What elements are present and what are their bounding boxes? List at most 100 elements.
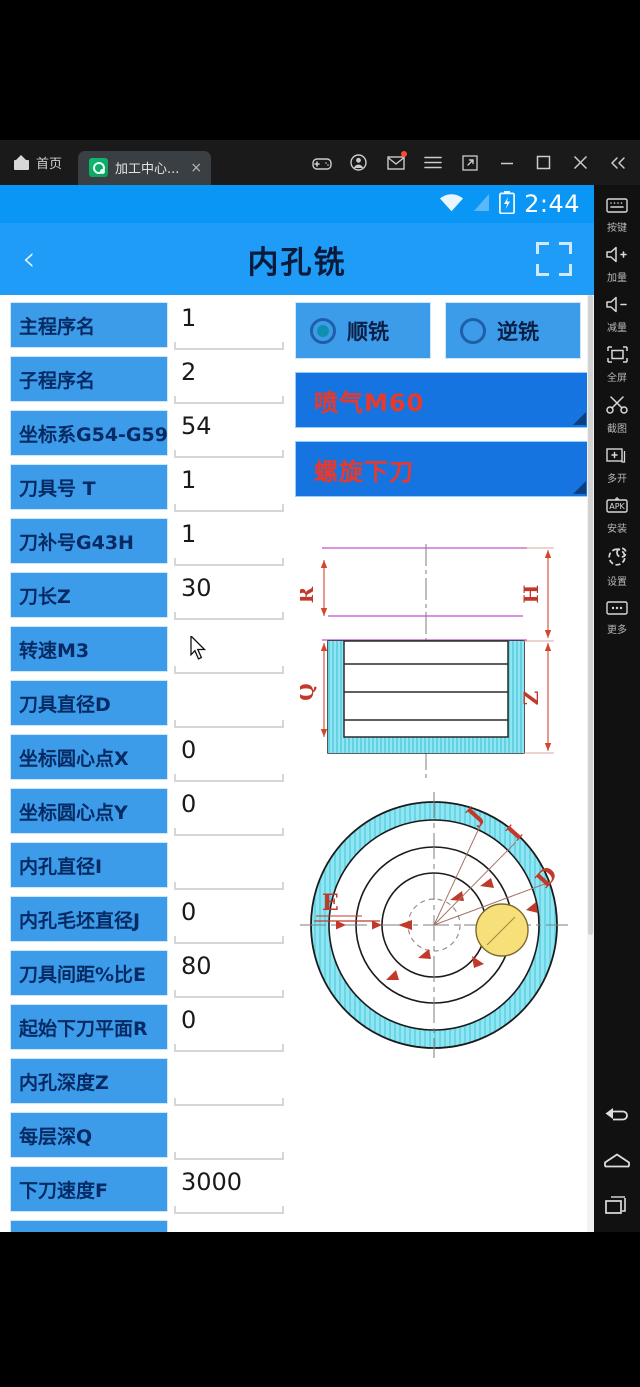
fullscreen-icon bbox=[606, 346, 629, 367]
form-row: 刀具号 T1 bbox=[0, 464, 290, 518]
radio-option-climb-milling[interactable]: 顺铣 bbox=[295, 302, 431, 359]
field-input[interactable]: 30 bbox=[174, 572, 284, 620]
radio-indicator-selected bbox=[310, 317, 336, 344]
field-input[interactable] bbox=[174, 842, 284, 890]
android-status-bar: 2:44 bbox=[0, 185, 594, 223]
field-input[interactable]: 0 bbox=[174, 788, 284, 836]
field-input[interactable] bbox=[174, 680, 284, 728]
radio-indicator-unselected bbox=[460, 317, 486, 344]
dropdown-air-blow-m60[interactable]: 喷气M60 bbox=[295, 372, 589, 428]
field-input[interactable]: 1 bbox=[174, 464, 284, 512]
resize-icon[interactable] bbox=[451, 140, 488, 185]
sidebar-item-label: 设置 bbox=[607, 577, 627, 588]
app-tab-machining-center[interactable]: 加工中心... × bbox=[78, 150, 212, 185]
mail-icon[interactable] bbox=[377, 140, 414, 185]
volume-down-icon bbox=[605, 296, 629, 317]
form-row: 每层深Q bbox=[0, 1112, 290, 1166]
sidebar-item-keyboard[interactable]: 按键 bbox=[594, 191, 640, 239]
form-row: 主程序名 1 bbox=[0, 302, 290, 356]
sidebar-item-label: 截图 bbox=[607, 424, 627, 435]
field-input[interactable]: 1 bbox=[174, 302, 284, 350]
volume-up-icon bbox=[605, 246, 629, 267]
cross-section-diagram: R Q H Z bbox=[300, 540, 570, 785]
form-row bbox=[0, 1220, 290, 1232]
mail-badge bbox=[401, 151, 407, 157]
wifi-icon bbox=[439, 193, 464, 216]
form-row: 下刀速度F 3000 bbox=[0, 1166, 290, 1220]
radio-option-conventional-milling[interactable]: 逆铣 bbox=[445, 302, 581, 359]
field-label: 转速M3 bbox=[10, 626, 168, 672]
sidebar-item-settings[interactable]: 设置 bbox=[594, 540, 640, 593]
field-label: 刀具直径D bbox=[10, 680, 168, 726]
field-input[interactable]: 0 bbox=[174, 1004, 284, 1052]
svg-text:Q: Q bbox=[300, 683, 318, 700]
scan-frame-icon[interactable] bbox=[536, 242, 572, 276]
field-input[interactable]: 80 bbox=[174, 950, 284, 998]
home-icon bbox=[14, 154, 29, 170]
menu-icon[interactable] bbox=[414, 140, 451, 185]
maximize-icon[interactable] bbox=[525, 140, 562, 185]
field-input[interactable] bbox=[174, 1220, 284, 1232]
field-input[interactable]: 54 bbox=[174, 410, 284, 458]
field-label: 坐标圆心点X bbox=[10, 734, 168, 780]
field-input[interactable]: 1 bbox=[174, 518, 284, 566]
sidebar-item-label: 更多 bbox=[607, 625, 627, 636]
sidebar-item-multi-instance[interactable]: 多开 bbox=[594, 440, 640, 490]
form-content-area: 主程序名 1 子程序名 2 坐标系G54-G59 54 刀具号 T 1 刀补号G43H 1 刀长Z 3… bbox=[0, 295, 594, 1232]
home-tab[interactable]: 首页 bbox=[0, 140, 74, 185]
field-label: 刀具间距%比E bbox=[10, 950, 168, 996]
field-input[interactable]: 0 bbox=[174, 734, 284, 782]
sidebar-item-label: 加量 bbox=[607, 273, 627, 284]
form-row: 内孔毛坯直径J 0 bbox=[0, 896, 290, 950]
account-icon[interactable] bbox=[340, 140, 377, 185]
field-label: 起始下刀平面R bbox=[10, 1004, 168, 1050]
close-icon[interactable] bbox=[562, 140, 599, 185]
android-recents-icon[interactable] bbox=[604, 1196, 630, 1218]
form-row: 内孔直径I bbox=[0, 842, 290, 896]
app-header: ‹ 内孔铣 bbox=[0, 223, 594, 295]
field-label: 子程序名 bbox=[10, 356, 168, 402]
multi-window-icon bbox=[606, 447, 628, 468]
svg-text:APK: APK bbox=[609, 502, 625, 511]
svg-text:Z: Z bbox=[519, 691, 543, 706]
field-label: 内孔深度Z bbox=[10, 1058, 168, 1104]
vertical-scrollbar[interactable] bbox=[587, 295, 594, 1232]
field-input[interactable]: 2 bbox=[174, 356, 284, 404]
form-row: 刀具直径D bbox=[0, 680, 290, 734]
gamepad-icon[interactable] bbox=[303, 140, 340, 185]
options-and-diagrams: 顺铣 逆铣 喷气M60 螺旋下刀 H Z E J I D bbox=[290, 295, 594, 1232]
android-home-icon[interactable] bbox=[604, 1153, 630, 1172]
form-row: 刀具间距%比E 80 bbox=[0, 950, 290, 1004]
sidebar-item-volume-up[interactable]: 加量 bbox=[594, 239, 640, 289]
dropdown-corner-icon bbox=[573, 481, 586, 494]
dropdown-helical-plunge[interactable]: 螺旋下刀 bbox=[295, 441, 589, 497]
scrollbar-thumb[interactable] bbox=[588, 295, 593, 935]
sidebar-item-install-apk[interactable]: APK 安装 bbox=[594, 490, 640, 540]
sidebar-item-more[interactable]: 更多 bbox=[594, 593, 640, 641]
app-tab-label: 加工中心... bbox=[115, 162, 180, 177]
sidebar-item-volume-down[interactable]: 减量 bbox=[594, 289, 640, 339]
tab-close-icon[interactable]: × bbox=[190, 161, 202, 175]
field-label: 内孔毛坯直径J bbox=[10, 896, 168, 942]
android-back-icon[interactable] bbox=[604, 1108, 630, 1129]
radio-label: 逆铣 bbox=[497, 319, 539, 344]
sidebar-item-label: 按键 bbox=[607, 223, 627, 234]
sidebar-item-fullscreen[interactable]: 全屏 bbox=[594, 339, 640, 389]
dropdown-label: 螺旋下刀 bbox=[314, 457, 414, 486]
field-label: 刀长Z bbox=[10, 572, 168, 618]
apk-icon: APK bbox=[605, 497, 629, 518]
field-label: 刀补号G43H bbox=[10, 518, 168, 564]
sidebar-item-screenshot[interactable]: 截图 bbox=[594, 389, 640, 440]
back-chevron-icon[interactable]: ‹ bbox=[22, 242, 36, 276]
home-tab-label: 首页 bbox=[36, 157, 63, 172]
field-input[interactable]: 3000 bbox=[174, 1166, 284, 1214]
collapse-icon[interactable] bbox=[599, 140, 636, 185]
field-input[interactable] bbox=[174, 1112, 284, 1160]
scissors-icon bbox=[606, 396, 628, 418]
status-bar-clock: 2:44 bbox=[524, 190, 580, 218]
field-input[interactable]: 0 bbox=[174, 896, 284, 944]
app-icon bbox=[89, 158, 109, 177]
minimize-icon[interactable] bbox=[488, 140, 525, 185]
phone-screen: 2:44 ‹ 内孔铣 主程序名 1 子程序名 2 坐标系G54-G59 54 刀具号 T1刀… bbox=[0, 185, 594, 1232]
field-input[interactable] bbox=[174, 1058, 284, 1106]
